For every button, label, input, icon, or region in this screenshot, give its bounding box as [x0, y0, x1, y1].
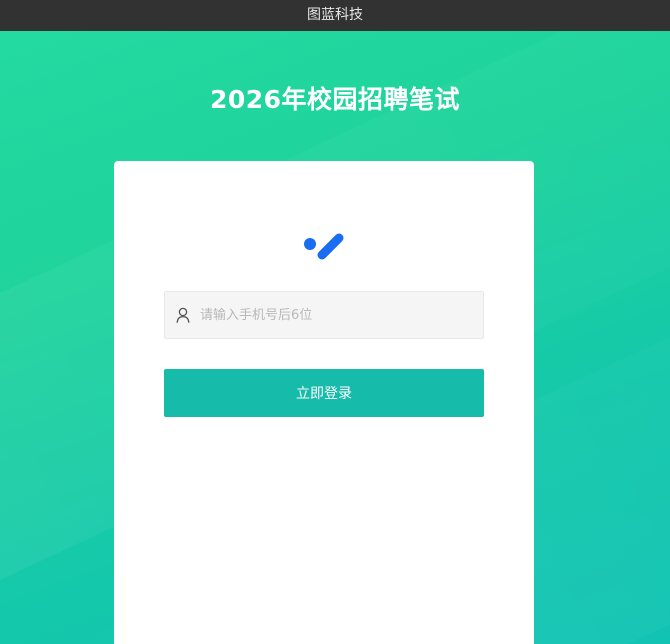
- user-icon: [176, 307, 190, 323]
- window-titlebar: 图蓝科技: [0, 0, 670, 31]
- login-button[interactable]: 立即登录: [164, 369, 484, 417]
- login-card: 立即登录: [114, 161, 534, 644]
- app-window: 图蓝科技 2026年校园招聘笔试 立即登录: [0, 0, 670, 644]
- window-title: 图蓝科技: [307, 7, 363, 23]
- brand-logo-icon: [304, 233, 344, 260]
- page-title: 2026年校园招聘笔试: [209, 85, 461, 114]
- phone-input-wrapper[interactable]: [164, 291, 484, 339]
- phone-input[interactable]: [200, 293, 483, 337]
